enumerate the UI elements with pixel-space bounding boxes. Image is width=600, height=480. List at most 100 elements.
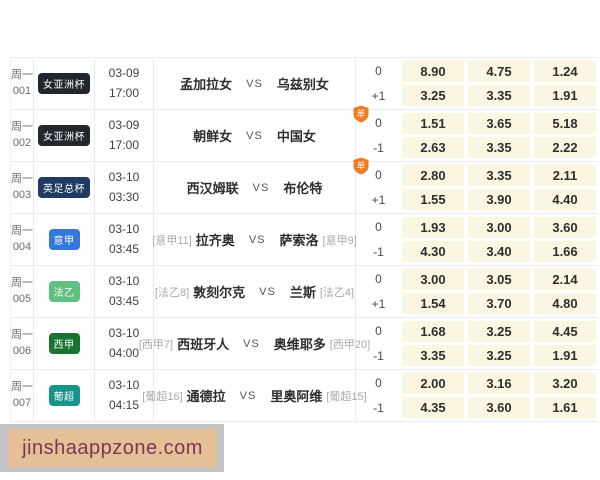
odds-cell[interactable]: 3.00 bbox=[402, 269, 464, 290]
match-time: 03:30 bbox=[108, 189, 139, 204]
match-time: 03:45 bbox=[108, 293, 139, 308]
league-cell: 西甲 bbox=[34, 318, 95, 369]
handicap-value-bottom: -1 bbox=[373, 349, 384, 364]
match-id-weekday: 周一 bbox=[11, 172, 33, 185]
vs-label: VS bbox=[252, 181, 270, 194]
odds-cell[interactable]: 1.55 bbox=[402, 189, 464, 210]
odds-cell[interactable]: 2.63 bbox=[402, 137, 464, 158]
match-time: 04:00 bbox=[108, 345, 139, 360]
odds-cell[interactable]: 4.75 bbox=[468, 61, 530, 82]
watermark: jinshaappzone.com bbox=[8, 429, 217, 467]
odds-column-lose: 5.18 2.22 bbox=[533, 110, 599, 161]
odds-cell[interactable]: 3.65 bbox=[468, 113, 530, 134]
match-time: 17:00 bbox=[108, 85, 139, 100]
match-time: 03:45 bbox=[108, 241, 139, 256]
odds-cell[interactable]: 3.25 bbox=[468, 345, 530, 366]
handicap-cell: 单 0 -1 bbox=[356, 214, 401, 265]
home-team: 拉齐奥 bbox=[195, 233, 235, 248]
match-id: 周一 005 bbox=[11, 266, 34, 317]
odds-cell[interactable]: 2.14 bbox=[534, 269, 596, 290]
handicap-cell: 单 0 -1 bbox=[356, 318, 401, 369]
odds-cell[interactable]: 1.91 bbox=[534, 345, 596, 366]
odds-cell[interactable]: 4.80 bbox=[534, 293, 596, 314]
teams-cell: [意甲11] 拉齐奥 VS 萨索洛 [意甲9] bbox=[152, 214, 357, 265]
match-id-weekday: 周一 bbox=[11, 328, 33, 341]
odds-cell[interactable]: 1.66 bbox=[534, 241, 596, 262]
odds-cell[interactable]: 3.35 bbox=[468, 165, 530, 186]
odds-cell[interactable]: 5.18 bbox=[534, 113, 596, 134]
league-badge: 法乙 bbox=[48, 281, 80, 302]
odds-cell[interactable]: 3.05 bbox=[468, 269, 530, 290]
match-id-number: 006 bbox=[12, 344, 32, 357]
datetime-cell: 03-10 03:45 bbox=[95, 214, 154, 265]
match-id-weekday: 周一 bbox=[11, 380, 33, 393]
odds-column-draw: 3.35 3.90 bbox=[467, 162, 533, 213]
odds-cell[interactable]: 1.91 bbox=[534, 85, 596, 106]
odds-cell[interactable]: 3.00 bbox=[468, 217, 530, 238]
odds-cell[interactable]: 4.45 bbox=[534, 321, 596, 342]
odds-cell[interactable]: 3.40 bbox=[468, 241, 530, 262]
odds-cell[interactable]: 1.93 bbox=[402, 217, 464, 238]
handicap-cell: 单 0 -1 bbox=[356, 370, 401, 421]
match-id-number: 001 bbox=[12, 84, 32, 97]
league-badge: 葡超 bbox=[48, 385, 80, 406]
odds-cell[interactable]: 3.16 bbox=[468, 373, 530, 394]
odds-cell[interactable]: 3.60 bbox=[468, 397, 530, 418]
league-badge: 英足总杯 bbox=[38, 177, 90, 198]
odds-cell[interactable]: 4.35 bbox=[402, 397, 464, 418]
handicap-cell: 单 0 +1 bbox=[356, 266, 401, 317]
match-row: 周一 006 西甲 03-10 04:00 [西甲7] 西班牙人 VS 奥维耶多 [西甲… bbox=[11, 318, 598, 370]
vs-label: VS bbox=[246, 129, 263, 142]
odds-cell[interactable]: 2.00 bbox=[402, 373, 464, 394]
odds-cell[interactable]: 4.40 bbox=[534, 189, 596, 210]
match-row: 周一 005 法乙 03-10 03:45 [法乙8] 敦刻尔克 VS 兰斯 [法乙4]… bbox=[11, 266, 598, 318]
match-id: 周一 007 bbox=[11, 370, 34, 421]
match-date: 03-10 bbox=[108, 169, 140, 184]
match-time: 17:00 bbox=[108, 137, 139, 152]
odds-cell[interactable]: 3.70 bbox=[468, 293, 530, 314]
odds-cell[interactable]: 2.11 bbox=[534, 165, 596, 186]
match-date: 03-10 bbox=[108, 325, 140, 340]
match-date: 03-09 bbox=[108, 65, 140, 80]
matches-table: 周一 001 女亚洲杯 03-09 17:00 孟加拉女 VS 乌兹别女 单 0 bbox=[10, 57, 598, 422]
match-id-weekday: 周一 bbox=[11, 224, 33, 237]
odds-cell[interactable]: 8.90 bbox=[402, 61, 464, 82]
vs-label: VS bbox=[259, 285, 276, 298]
home-rank: [西甲7] bbox=[138, 338, 174, 351]
league-cell: 英足总杯 bbox=[34, 162, 95, 213]
odds-cell[interactable]: 1.68 bbox=[402, 321, 464, 342]
odds-column-lose: 1.24 1.91 bbox=[533, 58, 599, 109]
teams-cell: 西汉姆联 VS 布伦特 bbox=[154, 162, 356, 213]
match-date: 03-10 bbox=[108, 273, 140, 288]
match-id-weekday: 周一 bbox=[11, 276, 33, 289]
handicap-value-bottom: -1 bbox=[373, 401, 384, 416]
league-cell: 女亚洲杯 bbox=[34, 58, 95, 109]
odds-cell[interactable]: 1.51 bbox=[402, 113, 464, 134]
away-rank: [意甲9] bbox=[322, 234, 357, 247]
teams-cell: [葡超16] 通德拉 VS 里奥阿维 [葡超15] bbox=[142, 370, 367, 421]
odds-cell[interactable]: 3.35 bbox=[468, 137, 530, 158]
odds-cell[interactable]: 1.61 bbox=[534, 397, 596, 418]
single-allowed-shield-icon: 单 bbox=[353, 157, 369, 175]
odds-cell[interactable]: 2.80 bbox=[402, 165, 464, 186]
league-cell: 法乙 bbox=[34, 266, 95, 317]
odds-cell[interactable]: 3.25 bbox=[402, 85, 464, 106]
odds-cell[interactable]: 1.24 bbox=[534, 61, 596, 82]
odds-cell[interactable]: 4.30 bbox=[402, 241, 464, 262]
odds-column-lose: 2.14 4.80 bbox=[533, 266, 599, 317]
odds-cell[interactable]: 1.54 bbox=[402, 293, 464, 314]
odds-cell[interactable]: 3.35 bbox=[468, 85, 530, 106]
odds-column-win: 2.00 4.35 bbox=[401, 370, 467, 421]
home-team: 西班牙人 bbox=[177, 337, 230, 352]
odds-cell[interactable]: 3.20 bbox=[534, 373, 596, 394]
handicap-value-top: 0 bbox=[375, 219, 382, 234]
vs-label: VS bbox=[243, 337, 260, 350]
league-badge: 女亚洲杯 bbox=[38, 73, 90, 94]
odds-cell[interactable]: 2.22 bbox=[534, 137, 596, 158]
odds-cell[interactable]: 3.35 bbox=[402, 345, 464, 366]
match-id-number: 004 bbox=[12, 240, 32, 253]
odds-cell[interactable]: 3.25 bbox=[468, 321, 530, 342]
odds-cell[interactable]: 3.60 bbox=[534, 217, 596, 238]
match-id-number: 005 bbox=[12, 292, 32, 305]
odds-cell[interactable]: 3.90 bbox=[468, 189, 530, 210]
